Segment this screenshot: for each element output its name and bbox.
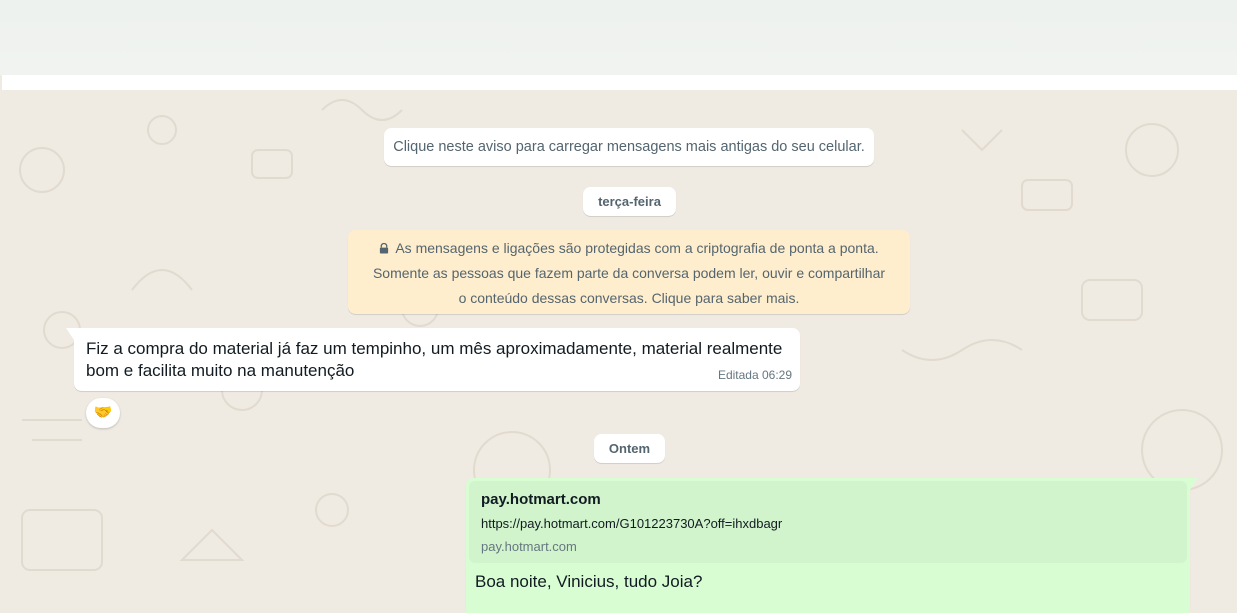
conversation-header — [0, 0, 1237, 75]
link-preview-url[interactable]: https://pay.hotmart.com/G101223730A?off=… — [481, 516, 1175, 536]
outgoing-message-bubble[interactable]: pay.hotmart.com https://pay.hotmart.com/… — [466, 478, 1198, 613]
link-preview-domain: pay.hotmart.com — [481, 539, 577, 554]
outgoing-message-text: Boa noite, Vinicius, tudo Joia? — [475, 572, 703, 591]
incoming-message-text-line1: Fiz a compra do material já faz um tempi… — [86, 339, 783, 358]
date-separator-yesterday: Ontem — [594, 434, 665, 463]
encryption-notice-line1: As mensagens e ligações são protegidas c… — [395, 240, 879, 256]
outgoing-tail-icon — [1190, 478, 1198, 490]
encryption-notice-line2: Somente as pessoas que fazem parte da co… — [372, 265, 886, 281]
load-older-messages-notice[interactable]: Clique neste aviso para carregar mensage… — [384, 128, 874, 166]
link-preview-card[interactable]: pay.hotmart.com https://pay.hotmart.com/… — [469, 481, 1187, 563]
message-edited-timestamp: Editada 06:29 — [717, 368, 792, 382]
encryption-notice-line3: o conteúdo dessas conversas. Clique para… — [458, 290, 800, 306]
link-preview-title: pay.hotmart.com — [481, 491, 601, 508]
date-separator-tuesday: terça-feira — [583, 187, 676, 216]
encryption-notice[interactable]: As mensagens e ligações são protegidas c… — [348, 230, 910, 314]
incoming-tail-icon — [66, 328, 74, 340]
reaction-handshake[interactable]: 🤝 — [86, 398, 120, 428]
incoming-message-bubble[interactable]: Fiz a compra do material já faz um tempi… — [66, 328, 800, 391]
incoming-message-text-line2: bom e facilita muito na manutenção — [86, 361, 355, 380]
lock-icon — [380, 243, 389, 254]
chat-panel[interactable]: Clique neste aviso para carregar mensage… — [2, 75, 1237, 613]
